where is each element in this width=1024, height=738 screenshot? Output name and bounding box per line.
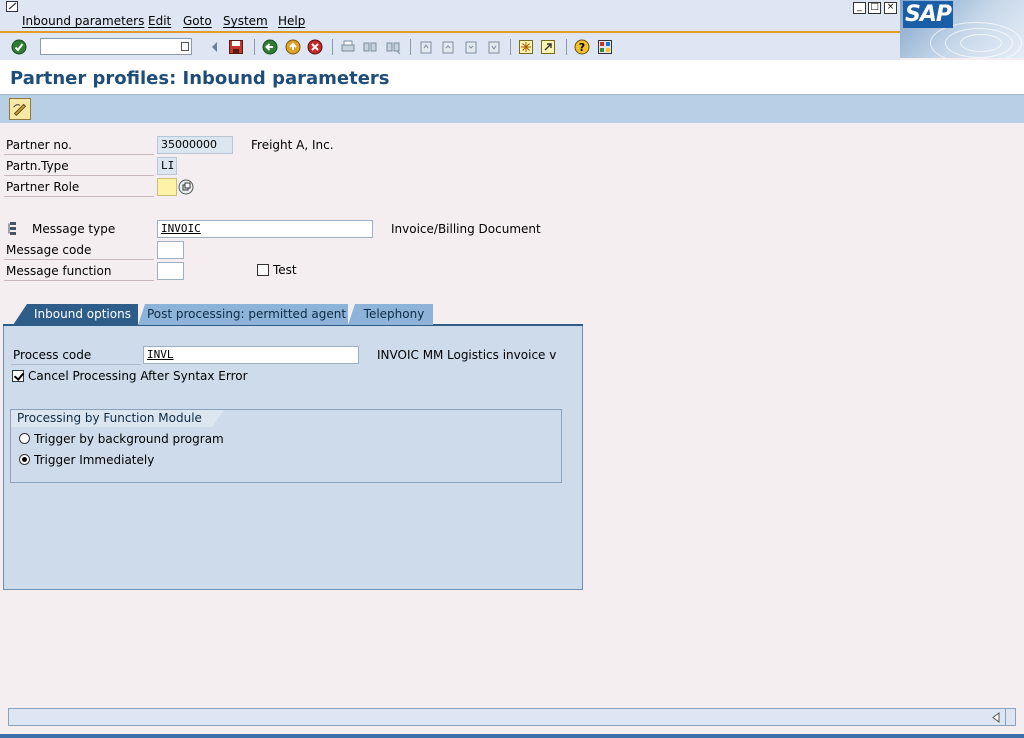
menu-help[interactable]: Help [278, 14, 305, 28]
message-tree-icon [8, 222, 16, 235]
partner-role-label: Partner Role [6, 180, 80, 194]
status-bar-grip [1005, 708, 1016, 726]
minimize-button[interactable]: _ [853, 2, 866, 14]
title-bar: Partner profiles: Inbound parameters [0, 60, 1024, 95]
command-dropdown-icon[interactable] [181, 42, 189, 51]
message-function-field[interactable] [157, 262, 184, 280]
help-icon[interactable]: ? [574, 39, 590, 55]
window-bottom-border [0, 734, 1024, 738]
trigger-background-radio[interactable] [19, 433, 30, 444]
menu-bar: Inbound parameters Edit Goto System Help… [0, 0, 1024, 31]
process-code-description-2: Logistics invoice ver [447, 348, 557, 362]
layout-menu-icon[interactable] [597, 39, 613, 55]
create-session-icon[interactable] [518, 39, 534, 55]
create-shortcut-icon[interactable] [540, 39, 556, 55]
partner-type-label: Partn.Type [6, 159, 69, 173]
enter-icon[interactable] [11, 39, 27, 55]
status-bar [8, 708, 1016, 726]
last-page-icon[interactable] [486, 39, 502, 55]
menu-system[interactable]: System [223, 14, 268, 28]
trigger-immediately-label: Trigger Immediately [34, 453, 155, 467]
message-function-label: Message function [6, 264, 112, 278]
first-page-icon[interactable] [418, 39, 434, 55]
previous-page-icon[interactable] [440, 39, 456, 55]
find-next-icon[interactable] [385, 39, 401, 55]
back-icon[interactable] [262, 39, 278, 55]
message-code-label: Message code [6, 243, 92, 257]
exit-icon[interactable] [285, 39, 301, 55]
process-code-field[interactable]: INVL [143, 346, 359, 364]
maximize-button[interactable]: □ [868, 2, 881, 14]
back-nav-icon[interactable] [207, 39, 223, 55]
menu-icon[interactable] [6, 1, 20, 13]
find-icon[interactable] [362, 39, 378, 55]
process-code-value: INVL [147, 348, 174, 361]
tab-telephony-label: Telephony [363, 307, 425, 321]
sap-logo: SAP [900, 0, 1024, 58]
test-checkbox[interactable] [257, 264, 269, 276]
search-help-icon[interactable] [178, 179, 194, 195]
close-button[interactable]: × [884, 2, 897, 14]
next-page-icon[interactable] [463, 39, 479, 55]
print-icon[interactable] [340, 39, 356, 55]
tab-post-processing-label: Post processing: permitted agent [146, 307, 347, 321]
message-code-field[interactable] [157, 241, 184, 259]
menu-inbound-parameters[interactable]: Inbound parameters [22, 14, 144, 28]
message-type-field[interactable]: INVOIC [157, 220, 373, 238]
tab-inbound-options-label: Inbound options [34, 307, 131, 321]
tab-post-processing[interactable]: Post processing: permitted agent [138, 304, 348, 325]
partner-name-text: Freight A, Inc. [251, 138, 334, 152]
save-icon[interactable] [228, 39, 244, 55]
process-code-description-1: INVOIC MM [377, 348, 444, 362]
message-type-description: Invoice/Billing Document [391, 222, 541, 236]
menu-edit[interactable]: Edit [148, 14, 171, 28]
trigger-immediately-radio[interactable] [19, 454, 30, 465]
message-type-value: INVOIC [161, 222, 201, 235]
cancel-processing-label: Cancel Processing After Syntax Error [28, 369, 248, 383]
cancel-icon[interactable] [307, 39, 323, 55]
menu-goto[interactable]: Goto [183, 14, 212, 28]
svg-text:?: ? [579, 41, 585, 54]
status-expand-icon[interactable] [991, 712, 1001, 723]
sap-logo-text: SAP [903, 1, 953, 28]
command-field[interactable] [40, 38, 192, 55]
cancel-processing-checkbox[interactable] [12, 370, 24, 382]
partner-role-field[interactable] [157, 178, 177, 196]
process-code-label: Process code [13, 348, 92, 362]
application-toolbar [0, 95, 1024, 123]
function-module-group-title: Processing by Function Module [11, 410, 224, 427]
display-change-icon[interactable] [9, 98, 31, 120]
message-type-label: Message type [32, 222, 116, 236]
partner-no-field: 35000000 [157, 136, 233, 154]
tab-inbound-options[interactable]: Inbound options [13, 304, 138, 325]
trigger-background-label: Trigger by background program [34, 432, 224, 446]
partner-type-field: LI [157, 157, 177, 175]
standard-toolbar: ? [0, 31, 900, 60]
partner-no-label: Partner no. [6, 138, 72, 152]
tab-telephony[interactable]: Telephony [348, 304, 433, 325]
test-label: Test [273, 263, 297, 277]
page-title: Partner profiles: Inbound parameters [10, 68, 390, 89]
